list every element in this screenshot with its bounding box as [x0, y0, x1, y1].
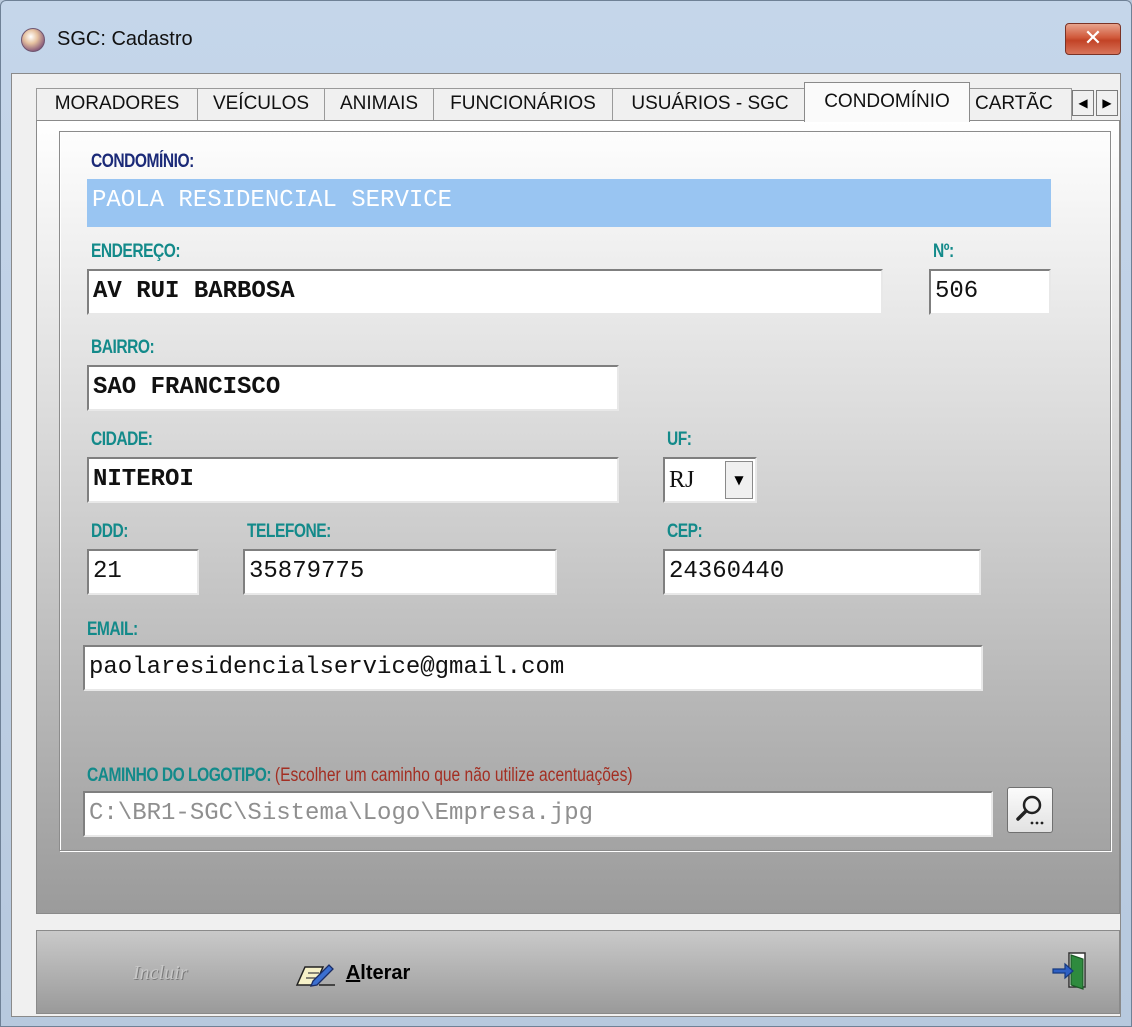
uf-dropdown-button[interactable]: ▼ [725, 461, 753, 499]
exit-door-icon [1052, 952, 1086, 990]
magnifier-icon [1016, 795, 1044, 825]
alterar-mnemonic: A [345, 962, 361, 984]
client-area: MORADORES VEÍCULOS ANIMAIS FUNCIONÁRIOS … [11, 73, 1121, 1017]
tab-condominio[interactable]: CONDOMÍNIO [804, 82, 970, 122]
telefone-label: TELEFONE: [247, 521, 331, 542]
cep-label: CEP: [667, 521, 703, 542]
ddd-label: DDD: [91, 521, 128, 542]
bairro-label: BAIRRO: [91, 337, 155, 358]
tab-funcionarios[interactable]: FUNCIONÁRIOS [433, 88, 613, 120]
title-bar[interactable]: SGC: Cadastro ✕ [1, 1, 1131, 73]
uf-select[interactable]: RJ ▼ [663, 457, 757, 503]
numero-label: Nº: [933, 241, 954, 262]
logotipo-label-text: CAMINHO DO LOGOTIPO: [87, 765, 272, 786]
app-icon [21, 28, 45, 52]
tab-veiculos[interactable]: VEÍCULOS [197, 88, 325, 120]
incluir-button[interactable]: Incluir [133, 951, 187, 995]
bairro-field[interactable]: SAO FRANCISCO [87, 365, 619, 411]
numero-field[interactable]: 506 [929, 269, 1051, 315]
tab-scroll-left-button[interactable]: ◀ [1072, 90, 1094, 116]
email-field[interactable]: paolaresidencialservice@gmail.com [83, 645, 983, 691]
tab-animais[interactable]: ANIMAIS [324, 88, 434, 120]
email-label: EMAIL: [87, 619, 138, 640]
alterar-button[interactable]: Alterar [293, 951, 410, 995]
condominio-tab-page: CONDOMÍNIO: PAOLA RESIDENCIAL SERVICE EN… [36, 120, 1120, 914]
tab-moradores[interactable]: MORADORES [36, 88, 198, 120]
exit-button[interactable] [1049, 949, 1093, 993]
edit-note-icon [295, 963, 335, 987]
cidade-label: CIDADE: [91, 429, 153, 450]
ddd-field[interactable]: 21 [87, 549, 199, 595]
tab-usuarios-sgc[interactable]: USUÁRIOS - SGC [612, 88, 808, 120]
alterar-label: lterar [360, 962, 411, 984]
cadastro-window: SGC: Cadastro ✕ MORADORES VEÍCULOS ANIMA… [0, 0, 1132, 1027]
cep-field[interactable]: 24360440 [663, 549, 981, 595]
tab-cartao[interactable]: CARTÃC [968, 88, 1072, 120]
telefone-field[interactable]: 35879775 [243, 549, 557, 595]
condominio-label: CONDOMÍNIO: [91, 151, 194, 172]
close-button[interactable]: ✕ [1065, 23, 1121, 55]
cidade-field[interactable]: NITEROI [87, 457, 619, 503]
logotipo-path-field: C:\BR1-SGC\Sistema\Logo\Empresa.jpg [83, 791, 993, 837]
tab-strip: MORADORES VEÍCULOS ANIMAIS FUNCIONÁRIOS … [36, 82, 1128, 122]
endereco-field[interactable]: AV RUI BARBOSA [87, 269, 883, 315]
browse-logo-button[interactable] [1007, 787, 1053, 833]
endereco-label: ENDEREÇO: [91, 241, 181, 262]
condominio-field[interactable]: PAOLA RESIDENCIAL SERVICE [87, 179, 1051, 227]
logotipo-label: CAMINHO DO LOGOTIPO: (Escolher um caminh… [87, 765, 633, 787]
uf-label: UF: [667, 429, 692, 450]
tab-scroll-right-button[interactable]: ▶ [1096, 90, 1118, 116]
logotipo-hint: (Escolher um caminho que não utilize ace… [274, 765, 633, 786]
window-title: SGC: Cadastro [57, 28, 193, 50]
condominio-value: PAOLA RESIDENCIAL SERVICE [92, 187, 453, 214]
uf-value: RJ [669, 467, 695, 493]
footer-toolbar: Incluir Alterar [36, 930, 1120, 1014]
